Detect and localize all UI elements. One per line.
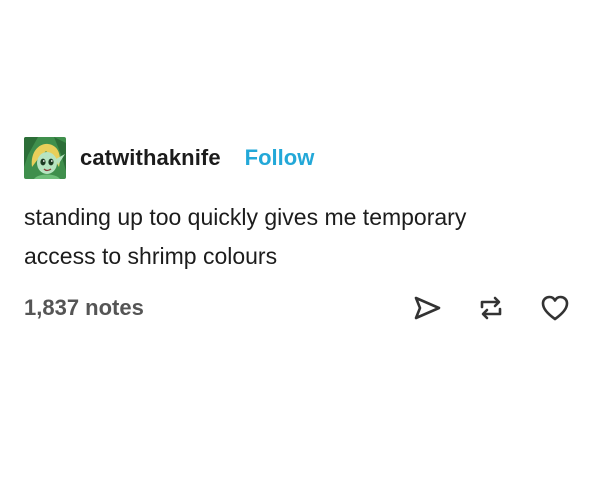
post-body: standing up too quickly gives me tempora…	[24, 198, 576, 276]
follow-button[interactable]: Follow	[245, 145, 315, 171]
tumblr-post: catwithaknife Follow standing up too qui…	[24, 136, 576, 321]
notes-count[interactable]: 1,837 notes	[24, 295, 144, 321]
share-button[interactable]	[410, 291, 444, 325]
paper-plane-icon	[412, 293, 442, 323]
post-actions	[410, 291, 576, 325]
post-footer: 1,837 notes	[24, 288, 576, 328]
elf-avatar-icon[interactable]	[24, 137, 66, 179]
heart-icon	[540, 293, 570, 323]
post-text-line-1: standing up too quickly gives me tempora…	[24, 204, 467, 230]
username-link[interactable]: catwithaknife	[80, 145, 221, 171]
post-header: catwithaknife Follow	[24, 136, 576, 180]
reblog-icon	[476, 293, 506, 323]
like-button[interactable]	[538, 291, 572, 325]
post-text-line-2: access to shrimp colours	[24, 243, 278, 269]
reblog-button[interactable]	[474, 291, 508, 325]
